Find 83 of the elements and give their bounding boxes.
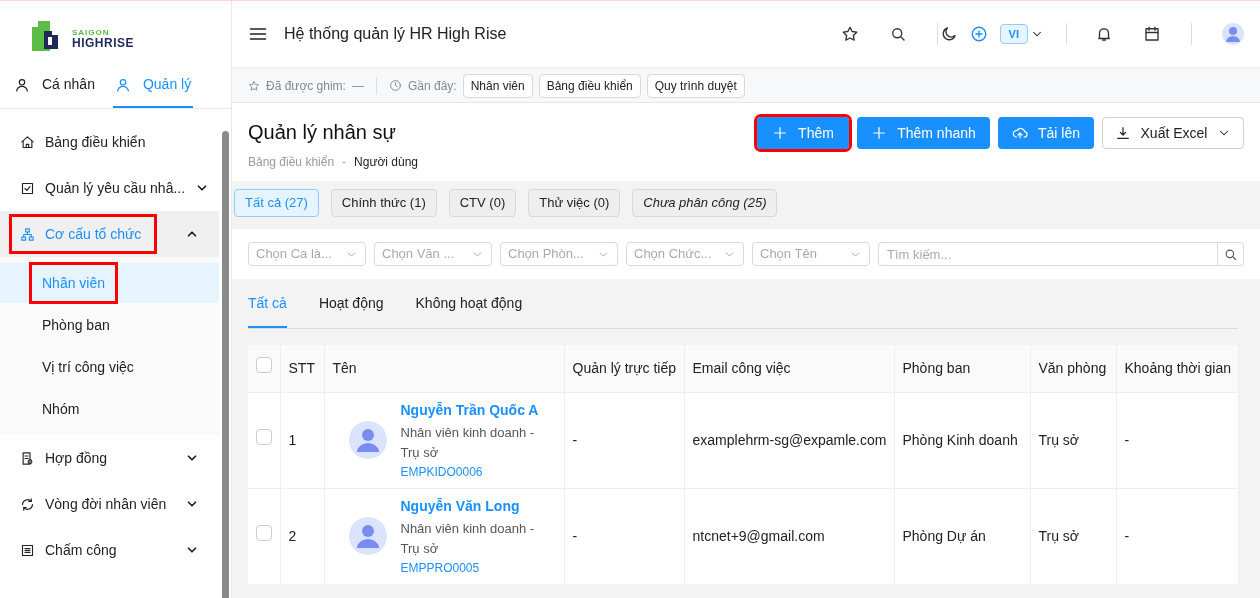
table-cell: Trụ sở [1038, 431, 1080, 448]
recent-link[interactable]: Nhân viên [462, 73, 533, 98]
star-button[interactable] [840, 25, 859, 43]
status-filter[interactable]: Chính thức (1) [330, 189, 437, 217]
avatar-icon [348, 421, 387, 459]
recent-link[interactable]: Quy trình duyệt [646, 73, 745, 98]
column-header: Khoảng thời gian [1124, 359, 1231, 376]
row-number: 1 [288, 431, 297, 448]
sidebar-menu-item[interactable]: Quản lý yêu cầu nhâ... [20, 171, 196, 205]
search-button[interactable] [1218, 242, 1244, 266]
calendar-button[interactable] [1143, 25, 1161, 43]
avatar-icon [348, 517, 387, 556]
list-icon [20, 542, 35, 558]
status-filter[interactable]: CTV (0) [448, 189, 517, 217]
table-cell: ntcnet+9@gmail.com [692, 527, 825, 544]
sidebar-submenu-item[interactable]: Nhóm [32, 391, 90, 427]
app-title: Hệ thống quản lý HR High Rise [284, 24, 507, 44]
table-cell: Trụ sở [1038, 527, 1080, 544]
logo-text: HIGHRISE [72, 37, 134, 49]
hierarchy-icon [20, 226, 35, 242]
status-filter[interactable]: Thử việc (0) [528, 189, 621, 217]
plus-icon [871, 125, 888, 141]
breadcrumb-separator: - [342, 154, 347, 171]
home-icon [20, 134, 35, 150]
sidebar-menu-item[interactable]: Vòng đời nhân viên [20, 487, 177, 521]
clock-icon [388, 79, 402, 92]
sidebar-menu-item[interactable]: Hợp đồng [20, 441, 118, 475]
refresh-icon [20, 496, 35, 512]
user-icon [114, 76, 131, 93]
page-title: Quản lý nhân sự [248, 120, 397, 145]
upload-icon [1012, 125, 1028, 141]
pinned-label: Đã được ghim: [266, 77, 346, 95]
star-icon [248, 79, 260, 92]
star-icon [840, 25, 859, 43]
logo-text: SAIGON [72, 29, 111, 37]
bell-button[interactable] [1095, 25, 1113, 43]
table-cell: Phòng Kinh doanh [902, 431, 1018, 448]
sidebar-submenu-item[interactable]: Vị trí công việc [32, 349, 144, 385]
sidebar-menu-item[interactable]: Chấm công [20, 533, 127, 567]
table-cell: - [1124, 527, 1130, 544]
table-cell: Phòng Dự án [902, 527, 986, 544]
breadcrumb-link[interactable]: Người dùng [354, 153, 418, 171]
checkbox[interactable] [255, 357, 272, 374]
scrollbar[interactable] [222, 131, 229, 598]
document-icon [20, 450, 35, 466]
bell-icon [1095, 25, 1113, 43]
search-field[interactable]: Tìm kiếm... [878, 242, 1218, 266]
table-cell: examplehrm-sg@expamle.com [692, 431, 887, 448]
employee-code: EMPKIDO0006 [400, 463, 484, 481]
avatar-icon[interactable] [1222, 23, 1244, 45]
plus-icon [772, 125, 789, 141]
tab[interactable]: Hoạt động [318, 285, 384, 328]
sidebar-submenu-item[interactable]: Phòng ban [32, 307, 120, 343]
pinned-value: — [351, 77, 364, 95]
recent-link[interactable]: Bảng điều khiển [538, 73, 641, 98]
checkbox-icon [20, 180, 35, 196]
recent-label: Gần đây: [407, 77, 457, 95]
download-icon [1114, 125, 1131, 141]
table-cell: - [572, 527, 578, 544]
column-header: Quản lý trực tiếp [572, 359, 677, 376]
add-button[interactable] [969, 25, 988, 43]
language-code: VI [999, 23, 1028, 45]
sidebar-tab[interactable]: Cá nhân [12, 63, 97, 108]
employee-code: EMPPRO0005 [400, 559, 481, 577]
column-header: Email công việc [692, 359, 791, 376]
column-header: Tên [332, 359, 357, 376]
column-header: Văn phòng [1038, 359, 1107, 376]
calendar-icon [1143, 25, 1161, 43]
table-cell: - [572, 431, 578, 448]
sidebar-menu-item[interactable]: Bảng điều khiển [20, 125, 156, 159]
add-icon [969, 25, 988, 43]
action-button[interactable]: Xuất Excel [1102, 117, 1244, 149]
status-filter[interactable]: Chưa phân công (25) [632, 189, 778, 217]
table-cell: - [1124, 431, 1130, 448]
tab[interactable]: Không hoạt động [415, 285, 523, 328]
employee-position: Nhân viên kinh doanh - Trụ sở [400, 519, 536, 558]
row-number: 2 [288, 527, 297, 544]
column-header: Phòng ban [902, 359, 971, 376]
user-icon [14, 76, 30, 93]
checkbox[interactable] [255, 429, 272, 445]
column-header: STT [288, 359, 315, 376]
checkbox[interactable] [255, 525, 272, 542]
employee-position: Nhân viên kinh doanh - Trụ sở [400, 423, 536, 462]
